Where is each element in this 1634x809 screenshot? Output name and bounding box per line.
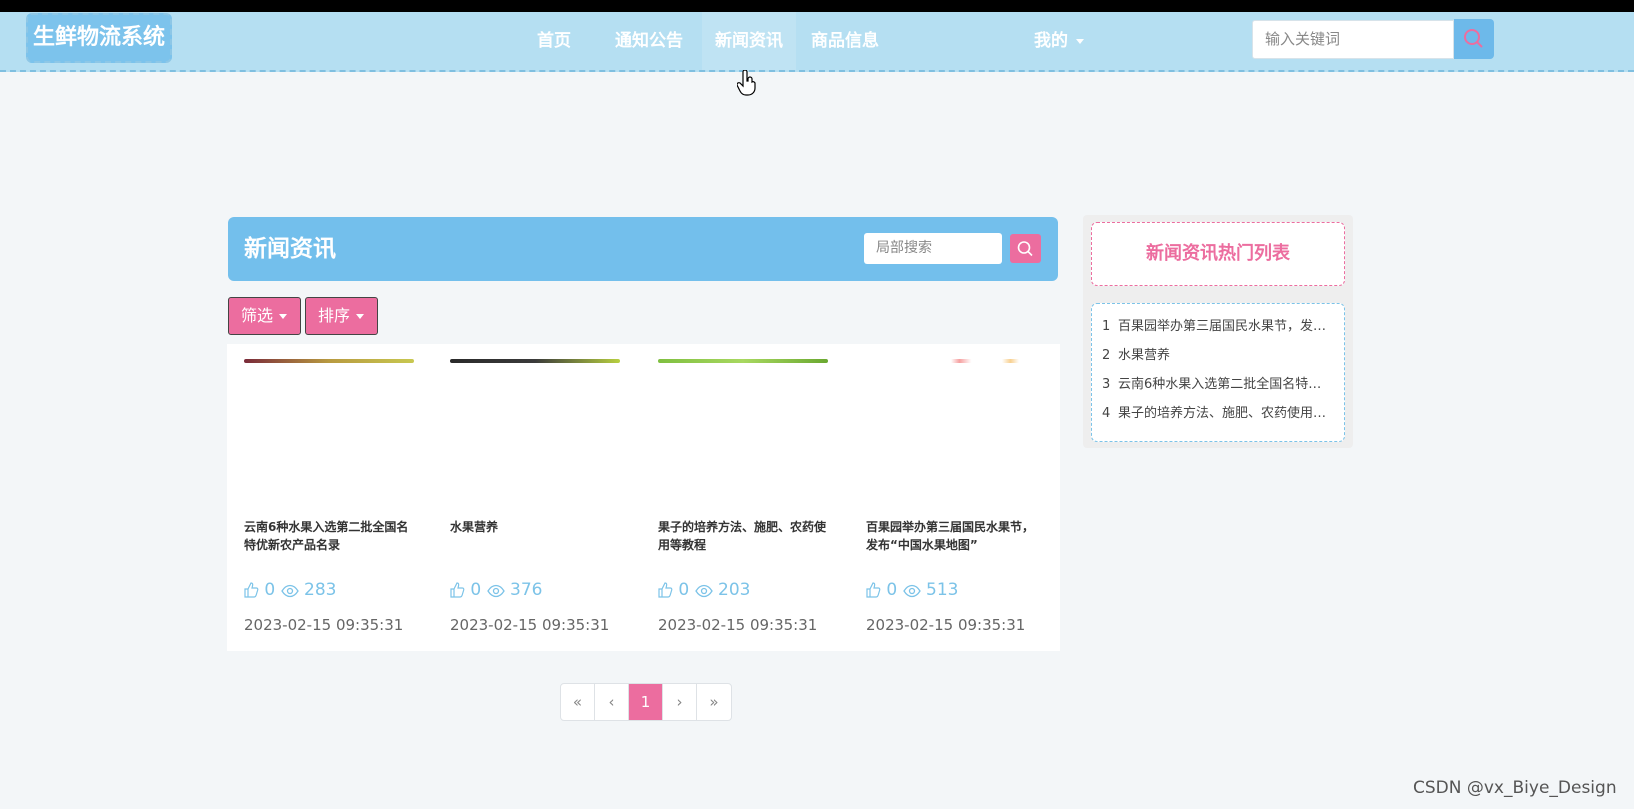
eye-icon	[486, 584, 505, 598]
news-card[interactable]: 果子的培养方法、施肥、农药使用等教程 0 203 2023-02-15 09:3…	[641, 344, 828, 651]
pagination: « ‹ 1 › »	[560, 683, 732, 721]
eye-icon	[694, 584, 713, 598]
chevron-down-icon	[1076, 38, 1084, 44]
thumbs-up-icon[interactable]	[449, 581, 465, 598]
news-card-title[interactable]: 水果营养	[450, 518, 622, 536]
pagination-next[interactable]: ›	[663, 684, 697, 720]
news-header-bar: 新闻资讯 局部搜索	[228, 217, 1058, 281]
chevron-down-icon	[279, 314, 288, 319]
news-card[interactable]: 云南6种水果入选第二批全国名特优新农产品名录 0 283 2023-02-15 …	[227, 344, 414, 651]
news-card-stats: 0 376	[449, 580, 543, 600]
hot-news-rank: 1	[1102, 319, 1111, 334]
search-input[interactable]: 输入关键词	[1252, 20, 1454, 59]
news-card-image[interactable]	[244, 359, 414, 363]
news-card-date: 2023-02-15 09:35:31	[658, 616, 818, 634]
nav-item-news[interactable]: 新闻资讯	[702, 12, 796, 70]
watermark: CSDN @vx_Biye_Design	[1413, 778, 1617, 798]
hot-news-title: 水果营养	[1118, 348, 1171, 363]
news-card-date: 2023-02-15 09:35:31	[866, 616, 1026, 634]
news-card-date: 2023-02-15 09:35:31	[450, 616, 610, 634]
hot-news-item[interactable]: 2 水果营养	[1102, 341, 1334, 370]
news-card-stats: 0 203	[657, 580, 751, 600]
page-title: 新闻资讯	[244, 236, 336, 262]
news-card-list: 云南6种水果入选第二批全国名特优新农产品名录 0 283 2023-02-15 …	[227, 344, 1060, 651]
news-card[interactable]: 水果营养 0 376 2023-02-15 09:35:31	[433, 344, 620, 651]
news-card-title[interactable]: 云南6种水果入选第二批全国名特优新农产品名录	[244, 518, 416, 554]
pagination-page-current[interactable]: 1	[629, 684, 663, 720]
news-card-stats: 0 283	[243, 580, 337, 600]
hot-news-rank: 2	[1102, 348, 1111, 363]
chevron-down-icon	[356, 314, 365, 319]
nav-item-home[interactable]: 首页	[523, 12, 585, 70]
news-card-image[interactable]	[658, 359, 828, 363]
site-logo[interactable]: 生鲜物流系统	[26, 13, 172, 63]
search-icon	[1017, 241, 1033, 257]
navbar: 生鲜物流系统 首页 通知公告 新闻资讯 商品信息 我的 输入关键词	[0, 12, 1634, 96]
sort-label: 排序	[318, 306, 351, 325]
search-button[interactable]	[1454, 19, 1494, 59]
window-top-strip	[0, 0, 1634, 12]
hot-news-item[interactable]: 4 果子的培养方法、施肥、农药使用等教程	[1102, 399, 1334, 428]
hot-news-rank: 3	[1102, 377, 1111, 392]
nav-item-notices[interactable]: 通知公告	[604, 12, 694, 70]
filter-dropdown-button[interactable]: 筛选	[228, 297, 301, 335]
local-search-input[interactable]: 局部搜索	[864, 233, 1002, 264]
hot-news-title: 百果园举办第三届国民水果节，发布“中国水果地图”	[1118, 319, 1334, 334]
eye-icon	[902, 584, 921, 598]
hot-news-title: 云南6种水果入选第二批全国名特优新农产品名录	[1118, 377, 1334, 392]
like-count: 0	[886, 580, 898, 600]
local-search-button[interactable]	[1010, 234, 1041, 263]
filter-label: 筛选	[241, 306, 274, 325]
search-icon	[1464, 29, 1483, 48]
nav-item-my[interactable]: 我的	[1016, 12, 1102, 70]
hot-news-title: 果子的培养方法、施肥、农药使用等教程	[1118, 406, 1334, 421]
hand-cursor-icon	[737, 70, 756, 96]
news-card-title[interactable]: 百果园举办第三届国民水果节，发布“中国水果地图”	[866, 518, 1038, 554]
thumbs-up-icon[interactable]	[243, 581, 259, 598]
pagination-last[interactable]: »	[697, 684, 731, 720]
news-card-date: 2023-02-15 09:35:31	[244, 616, 404, 634]
view-count: 283	[304, 580, 337, 600]
eye-icon	[280, 584, 299, 598]
sidebar-title: 新闻资讯热门列表	[1091, 222, 1345, 286]
nav-my-label: 我的	[1034, 31, 1068, 51]
view-count: 513	[926, 580, 959, 600]
hot-news-item[interactable]: 1 百果园举办第三届国民水果节，发布“中国水果地图”	[1102, 312, 1334, 341]
news-card-title[interactable]: 果子的培养方法、施肥、农药使用等教程	[658, 518, 830, 554]
view-count: 376	[510, 580, 543, 600]
like-count: 0	[678, 580, 690, 600]
nav-item-products[interactable]: 商品信息	[800, 12, 890, 70]
hot-news-rank: 4	[1102, 406, 1111, 421]
news-card[interactable]: 百果园举办第三届国民水果节，发布“中国水果地图” 0 513 2023-02-1…	[849, 344, 1036, 651]
sort-dropdown-button[interactable]: 排序	[305, 297, 378, 335]
like-count: 0	[470, 580, 482, 600]
hot-news-sidebar: 新闻资讯热门列表 1 百果园举办第三届国民水果节，发布“中国水果地图” 2 水果营养…	[1083, 215, 1353, 448]
pagination-first[interactable]: «	[561, 684, 595, 720]
thumbs-up-icon[interactable]	[657, 581, 673, 598]
thumbs-up-icon[interactable]	[865, 581, 881, 598]
hot-news-item[interactable]: 3 云南6种水果入选第二批全国名特优新农产品名录	[1102, 370, 1334, 399]
pagination-prev[interactable]: ‹	[595, 684, 629, 720]
like-count: 0	[264, 580, 276, 600]
news-card-stats: 0 513	[865, 580, 959, 600]
view-count: 203	[718, 580, 751, 600]
news-card-image[interactable]	[450, 359, 620, 363]
news-card-image[interactable]	[866, 359, 1036, 363]
hot-news-list: 1 百果园举办第三届国民水果节，发布“中国水果地图” 2 水果营养 3 云南6种水果入…	[1091, 303, 1345, 442]
